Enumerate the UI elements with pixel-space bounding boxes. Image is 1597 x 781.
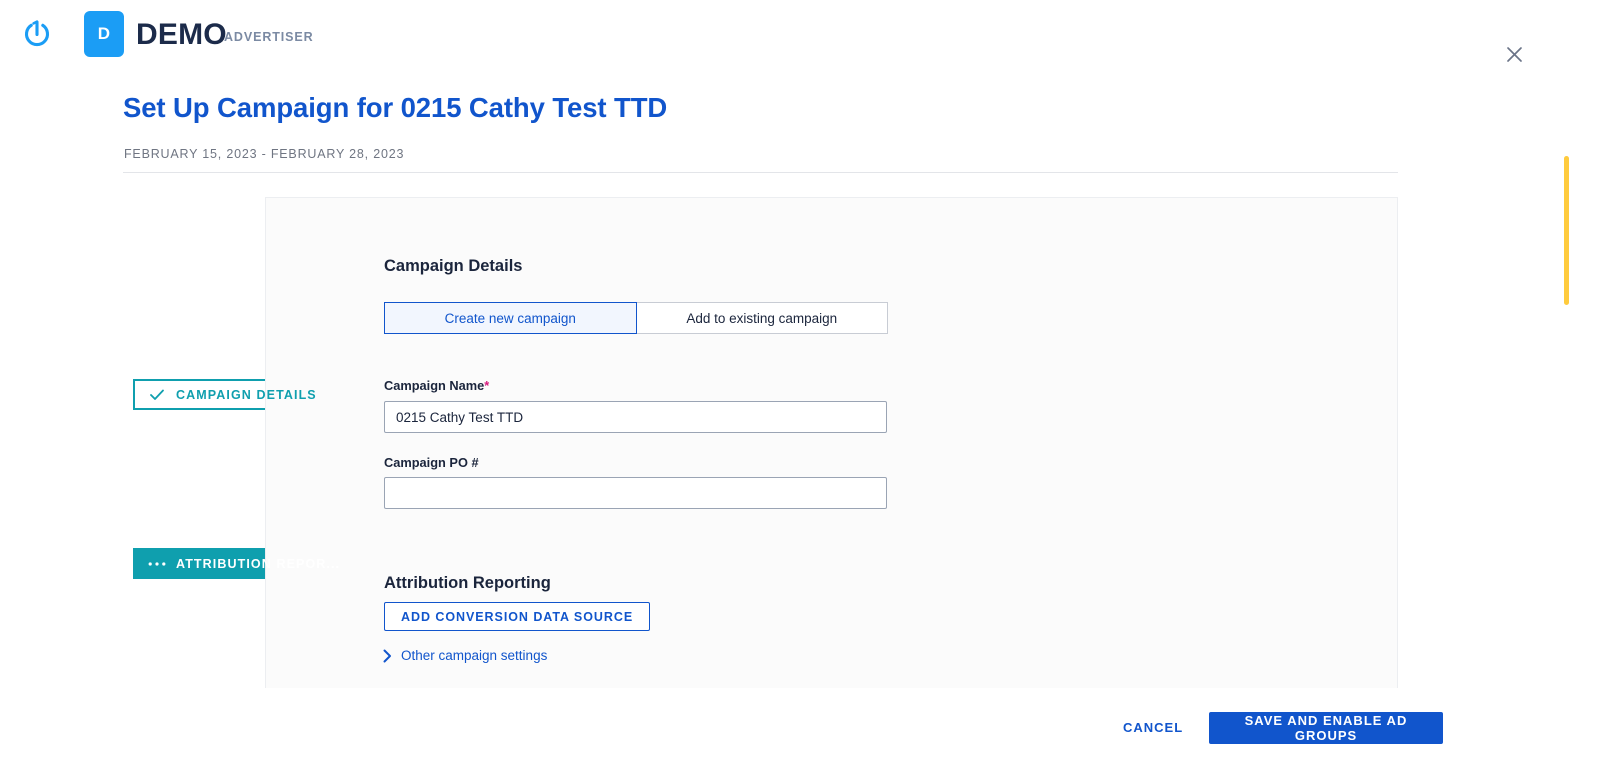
check-icon	[147, 389, 167, 401]
sidebar-step-label: ATTRIBUTION REPOR...	[176, 556, 341, 571]
cancel-button[interactable]: CANCEL	[1105, 711, 1201, 743]
advertiser-avatar-badge: D	[84, 11, 124, 57]
advertiser-role-label: ADVERTISER	[224, 30, 314, 44]
campaign-details-heading: Campaign Details	[384, 257, 523, 275]
add-conversion-data-source-button[interactable]: ADD CONVERSION DATA SOURCE	[384, 602, 651, 631]
toggle-add-to-existing-campaign[interactable]: Add to existing campaign	[635, 302, 888, 334]
header-divider	[123, 172, 1398, 173]
close-icon[interactable]	[1501, 41, 1527, 67]
ellipsis-icon	[147, 561, 167, 567]
power-circle-icon	[22, 19, 52, 49]
vertical-scrollbar-thumb[interactable]	[1564, 156, 1569, 305]
other-campaign-settings-toggle[interactable]: Other campaign settings	[383, 648, 547, 663]
campaign-date-range: FEBRUARY 15, 2023 - FEBRUARY 28, 2023	[124, 147, 405, 161]
campaign-po-label: Campaign PO #	[384, 455, 479, 470]
campaign-name-input[interactable]	[384, 401, 887, 433]
sidebar-step-label: CAMPAIGN DETAILS	[176, 387, 317, 402]
chevron-right-icon	[383, 649, 392, 663]
campaign-setup-page: D DEMO ADVERTISER Set Up Campaign for 02…	[0, 0, 1597, 781]
save-and-enable-ad-groups-button[interactable]: SAVE AND ENABLE AD GROUPS	[1209, 712, 1443, 744]
campaign-po-input[interactable]	[384, 477, 887, 509]
required-asterisk: *	[484, 378, 490, 393]
advertiser-badge-letter: D	[97, 24, 111, 43]
campaign-name-label: Campaign Name*	[384, 378, 489, 393]
page-title: Set Up Campaign for 0215 Cathy Test TTD	[123, 92, 668, 123]
attribution-reporting-heading: Attribution Reporting	[384, 574, 551, 592]
campaign-name-label-text: Campaign Name	[384, 378, 485, 393]
campaign-mode-toggle: Create new campaign Add to existing camp…	[384, 302, 888, 334]
top-bar: D DEMO ADVERTISER	[0, 0, 1597, 70]
toggle-create-new-campaign[interactable]: Create new campaign	[384, 302, 637, 334]
other-campaign-settings-label: Other campaign settings	[401, 648, 548, 663]
advertiser-name: DEMO	[136, 18, 227, 51]
